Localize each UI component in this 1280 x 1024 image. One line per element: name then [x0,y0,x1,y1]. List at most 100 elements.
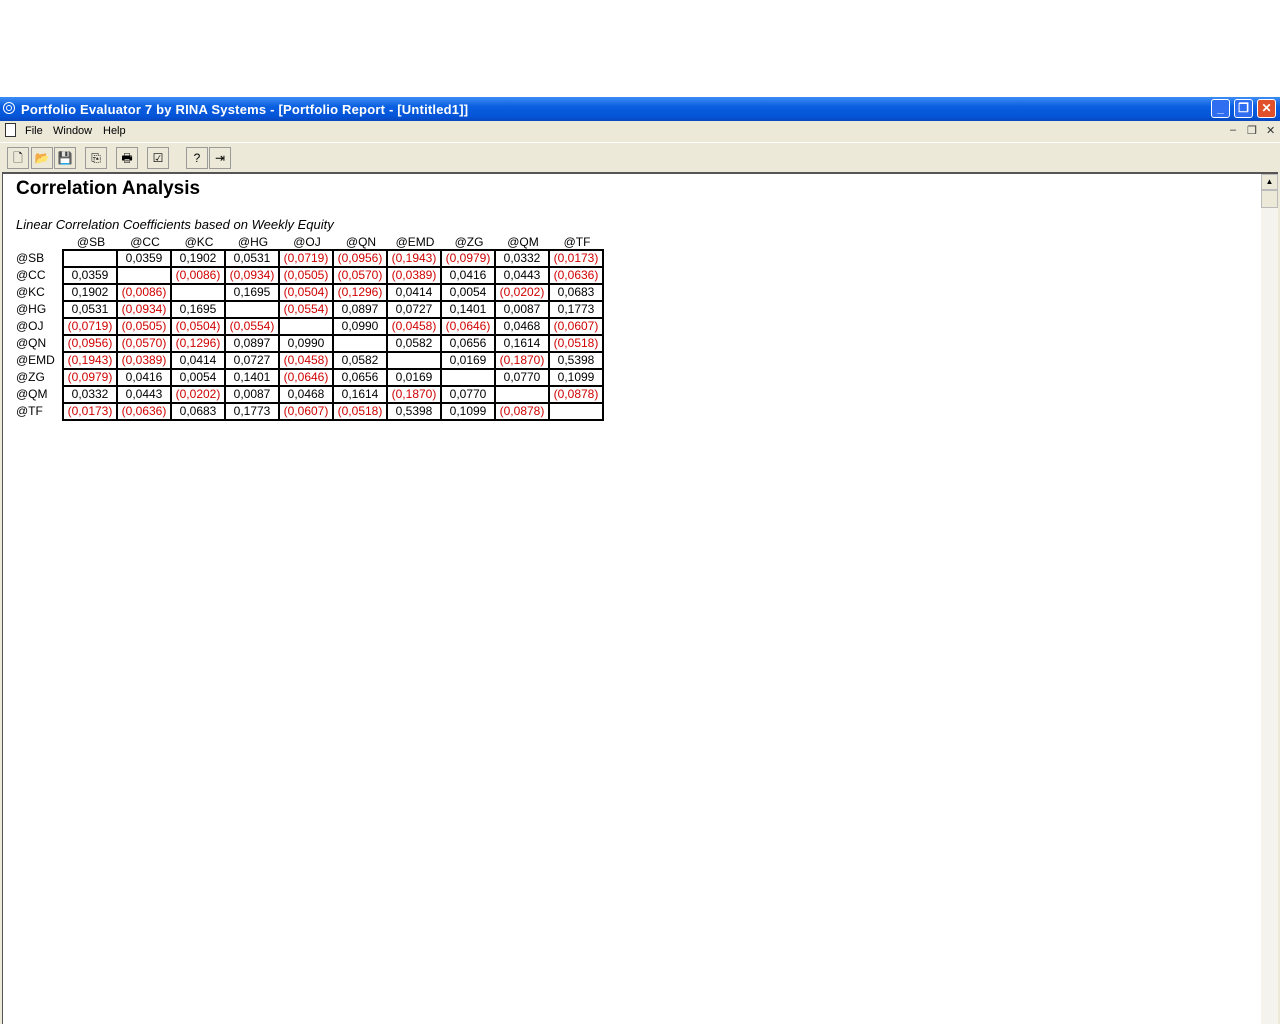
table-cell: 0,0414 [387,284,441,301]
minimize-button[interactable]: _ [1211,99,1230,118]
row-header: @HG [16,302,47,316]
table-cell: 0,5398 [549,352,603,369]
table-cell: 0,0468 [495,318,549,335]
table-cell: 0,0770 [495,369,549,386]
table-cell: (0,0607) [279,403,333,420]
table-cell: 0,0531 [63,301,117,318]
table-cell: (0,0389) [387,267,441,284]
table-cell: 0,0416 [441,267,495,284]
exit-icon[interactable]: ⇥ [209,147,231,169]
row-header: @TF [16,404,43,418]
row-header: @CC [16,268,46,282]
report-subtitle: Linear Correlation Coefficients based on… [16,217,334,232]
table-cell: (0,0518) [549,335,603,352]
table-cell: 0,0656 [333,369,387,386]
table-cell: 0,0416 [117,369,171,386]
table-cell: (0,0504) [279,284,333,301]
table-cell: (0,1870) [495,352,549,369]
table-cell [171,284,225,301]
table-cell: 0,0582 [333,352,387,369]
child-minimize-button[interactable]: – [1230,124,1236,136]
table-cell: (0,0086) [117,284,171,301]
column-header: @OJ [293,235,321,249]
scroll-thumb[interactable] [1261,190,1278,208]
row-header: @QN [16,336,47,350]
document-icon[interactable] [5,123,16,137]
table-cell: (0,0554) [279,301,333,318]
open-icon[interactable]: 📂 [31,147,53,169]
menu-file[interactable]: File [25,125,43,137]
table-cell: 0,0414 [171,352,225,369]
table-cell: 0,0359 [117,250,171,267]
copy-icon[interactable]: ⎘ [85,147,107,169]
report-title: Correlation Analysis [16,178,201,199]
table-cell: (0,0979) [441,250,495,267]
vertical-scrollbar[interactable]: ▲ [1261,174,1278,1024]
table-cell: 0,0897 [333,301,387,318]
table-cell: 0,1614 [333,386,387,403]
child-close-button[interactable]: ✕ [1266,124,1275,137]
table-cell: (0,0173) [549,250,603,267]
table-cell: (0,0202) [495,284,549,301]
table-cell: (0,0956) [333,250,387,267]
table-cell: 0,1902 [63,284,117,301]
column-header: @KC [184,235,214,249]
table-cell: (0,0504) [171,318,225,335]
print-icon[interactable]: 🖶 [116,147,138,169]
menu-help[interactable]: Help [103,125,126,137]
table-cell: (0,0979) [63,369,117,386]
table-cell: 0,1099 [549,369,603,386]
table-cell: 0,1401 [225,369,279,386]
scroll-up-icon[interactable]: ▲ [1261,174,1278,190]
help-icon[interactable]: ? [186,147,208,169]
table-cell: 0,0087 [225,386,279,403]
table-cell: 0,0531 [225,250,279,267]
report-view: Correlation Analysis Linear Correlation … [2,172,1278,1024]
table-cell: 0,0990 [279,335,333,352]
table-cell: 0,5398 [387,403,441,420]
table-cell: 0,0443 [117,386,171,403]
table-cell [279,318,333,335]
table-cell: (0,0934) [225,267,279,284]
table-cell [63,250,117,267]
column-header: @QN [345,235,377,249]
column-header: @TF [563,235,591,249]
table-cell: (0,0389) [117,352,171,369]
table-cell: 0,0468 [279,386,333,403]
row-header: @QM [16,387,48,401]
table-cell: (0,1296) [171,335,225,352]
menu-window[interactable]: Window [53,125,92,137]
table-cell: (0,0458) [387,318,441,335]
table-cell: 0,0582 [387,335,441,352]
table-cell: (0,0934) [117,301,171,318]
table-cell [441,369,495,386]
app-icon[interactable] [3,102,15,114]
table-cell: 0,0332 [495,250,549,267]
table-cell [495,386,549,403]
table-cell: 0,1773 [549,301,603,318]
table-cell: (0,0505) [279,267,333,284]
table-cell: (0,0636) [117,403,171,420]
toolbar: 🗋 📂 💾 ⎘ 🖶 ☑? ⇥ [0,142,1280,173]
table-cell: (0,0570) [333,267,387,284]
row-header: @EMD [16,353,55,367]
table-cell: (0,0719) [63,318,117,335]
window-title: Portfolio Evaluator 7 by RINA Systems - … [21,102,469,117]
close-button[interactable]: ✕ [1257,99,1276,118]
save-icon[interactable]: 💾 [54,147,76,169]
table-cell: 0,1695 [171,301,225,318]
table-cell: 0,0359 [63,267,117,284]
table-cell: (0,0646) [441,318,495,335]
row-header: @SB [16,251,45,265]
child-restore-button[interactable]: ❐ [1247,124,1257,137]
new-icon[interactable]: 🗋 [7,147,29,169]
table-cell: (0,0570) [117,335,171,352]
menu-bar: File Window Help – ❐ ✕ [0,121,1280,141]
table-cell: 0,0683 [549,284,603,301]
title-bar[interactable]: Portfolio Evaluator 7 by RINA Systems - … [0,97,1280,121]
column-header: @CC [130,235,160,249]
table-cell [117,267,171,284]
table-cell: (0,0202) [171,386,225,403]
restore-button[interactable]: ❐ [1234,99,1253,118]
properties-icon[interactable]: ☑ [147,147,169,169]
